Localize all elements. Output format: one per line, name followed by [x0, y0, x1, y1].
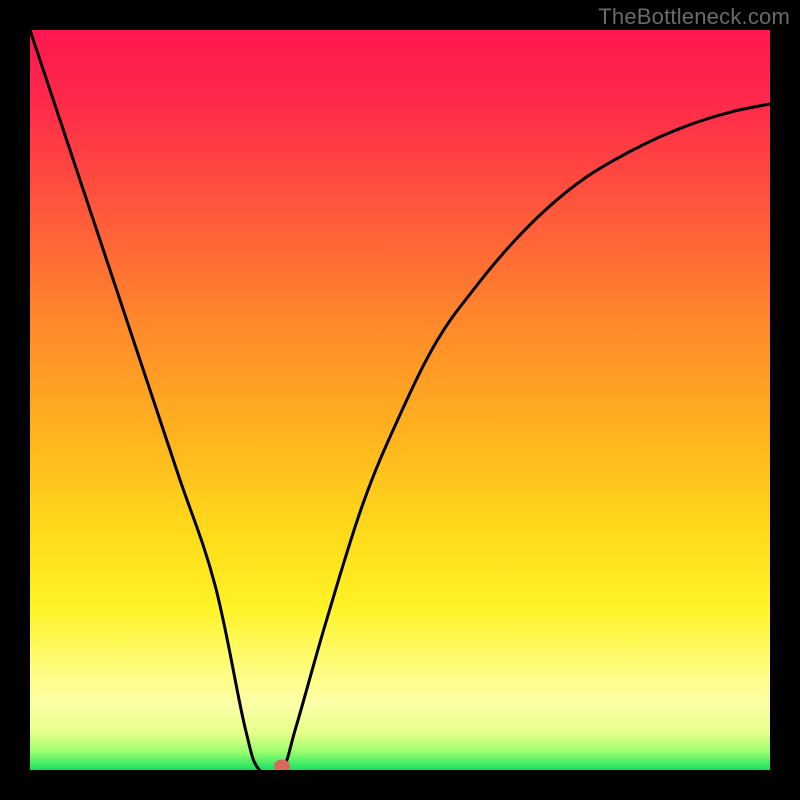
bottleneck-curve [30, 30, 770, 770]
minimum-marker [274, 760, 290, 770]
chart-frame: TheBottleneck.com [0, 0, 800, 800]
watermark-text: TheBottleneck.com [598, 4, 790, 30]
plot-area [30, 30, 770, 770]
